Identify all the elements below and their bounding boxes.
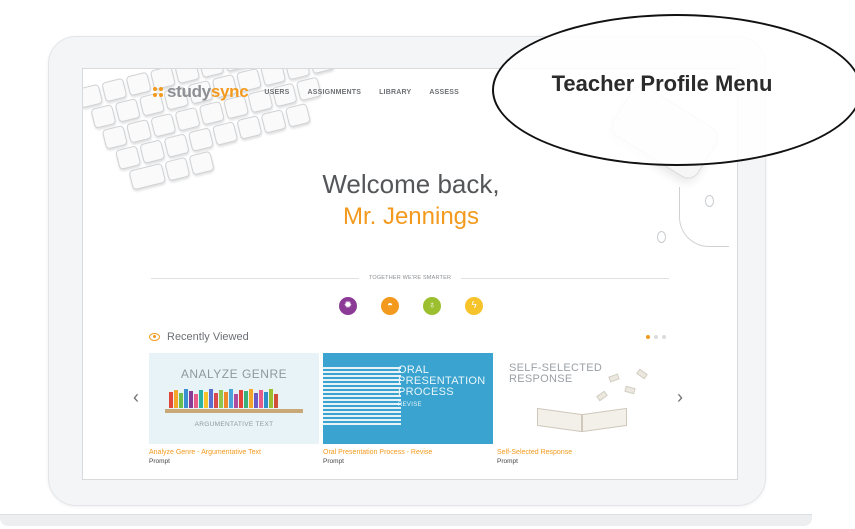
pager-dot-1[interactable] <box>646 335 650 339</box>
section-divider: TOGETHER WE'RE SMARTER <box>151 275 670 281</box>
recent-card-oral-presentation[interactable]: ORAL PRESENTATION PROCESS REVISE Oral Pr… <box>323 353 493 465</box>
nav-library[interactable]: LIBRARY <box>379 89 411 96</box>
recent-card-self-selected[interactable]: SELF-SELECTED RESPONSE Self-Selected Res… <box>497 353 667 465</box>
sun-icon[interactable]: ◓ <box>381 297 399 315</box>
nav-assignments[interactable]: ASSIGNMENTS <box>308 89 362 96</box>
divider-tagline: TOGETHER WE'RE SMARTER <box>368 275 452 281</box>
lightbulb-icon[interactable]: ♁ <box>423 297 441 315</box>
welcome-greeting: Welcome back, <box>322 169 500 199</box>
carousel-pager <box>646 335 666 339</box>
open-book-illustration <box>537 405 627 433</box>
teacher-name: Mr. Jennings <box>342 203 480 230</box>
card-thumbnail[interactable]: ANALYZE GENRE ARGUMENTATIVE TEXT <box>149 353 319 444</box>
carousel-prev-button[interactable]: ‹ <box>133 387 139 408</box>
nav-assess[interactable]: ASSESS <box>429 89 459 96</box>
nav-users[interactable]: USERS <box>264 89 289 96</box>
top-nav: study sync USERS ASSIGNMENTS LIBRARY ASSE… <box>153 81 477 103</box>
callout-label: Teacher Profile Menu <box>551 71 773 96</box>
card-type: Prompt <box>323 458 344 465</box>
teacher-profile-menu-callout: Teacher Profile Menu <box>492 14 855 166</box>
recently-viewed-cards: ANALYZE GENRE ARGUMENTATIVE TEXT Analyze… <box>149 353 667 465</box>
paper-stack-illustration <box>323 363 401 433</box>
carousel-next-button[interactable]: › <box>677 387 683 408</box>
welcome-banner: Welcome back, Mr. Jennings <box>83 169 737 231</box>
pager-dot-3[interactable] <box>662 335 666 339</box>
pager-dot-2[interactable] <box>654 335 658 339</box>
logo-dots-icon <box>153 87 163 97</box>
card-title[interactable]: Oral Presentation Process - Revise <box>323 449 493 456</box>
lightning-icon[interactable]: ϟ <box>465 297 483 315</box>
recent-card-analyze-genre[interactable]: ANALYZE GENRE ARGUMENTATIVE TEXT Analyze… <box>149 353 319 465</box>
card-thumbnail[interactable]: ORAL PRESENTATION PROCESS REVISE <box>323 353 493 444</box>
earbud-decoration <box>657 231 666 243</box>
card-type: Prompt <box>149 458 170 465</box>
laptop-base <box>0 514 812 526</box>
card-title[interactable]: Analyze Genre - Argumentative Text <box>149 449 319 456</box>
card-thumbnail[interactable]: SELF-SELECTED RESPONSE <box>497 353 667 444</box>
studysync-logo[interactable]: study sync <box>153 82 249 102</box>
recently-viewed-header: Recently Viewed <box>149 331 249 343</box>
card-type: Prompt <box>497 458 518 465</box>
books-illustration <box>169 389 278 408</box>
feature-icon-row: ✹ ◓ ♁ ϟ <box>83 297 737 315</box>
eye-icon <box>149 333 160 341</box>
burst-icon[interactable]: ✹ <box>339 297 357 315</box>
recently-viewed-title: Recently Viewed <box>167 331 249 343</box>
card-title[interactable]: Self-Selected Response <box>497 449 667 456</box>
